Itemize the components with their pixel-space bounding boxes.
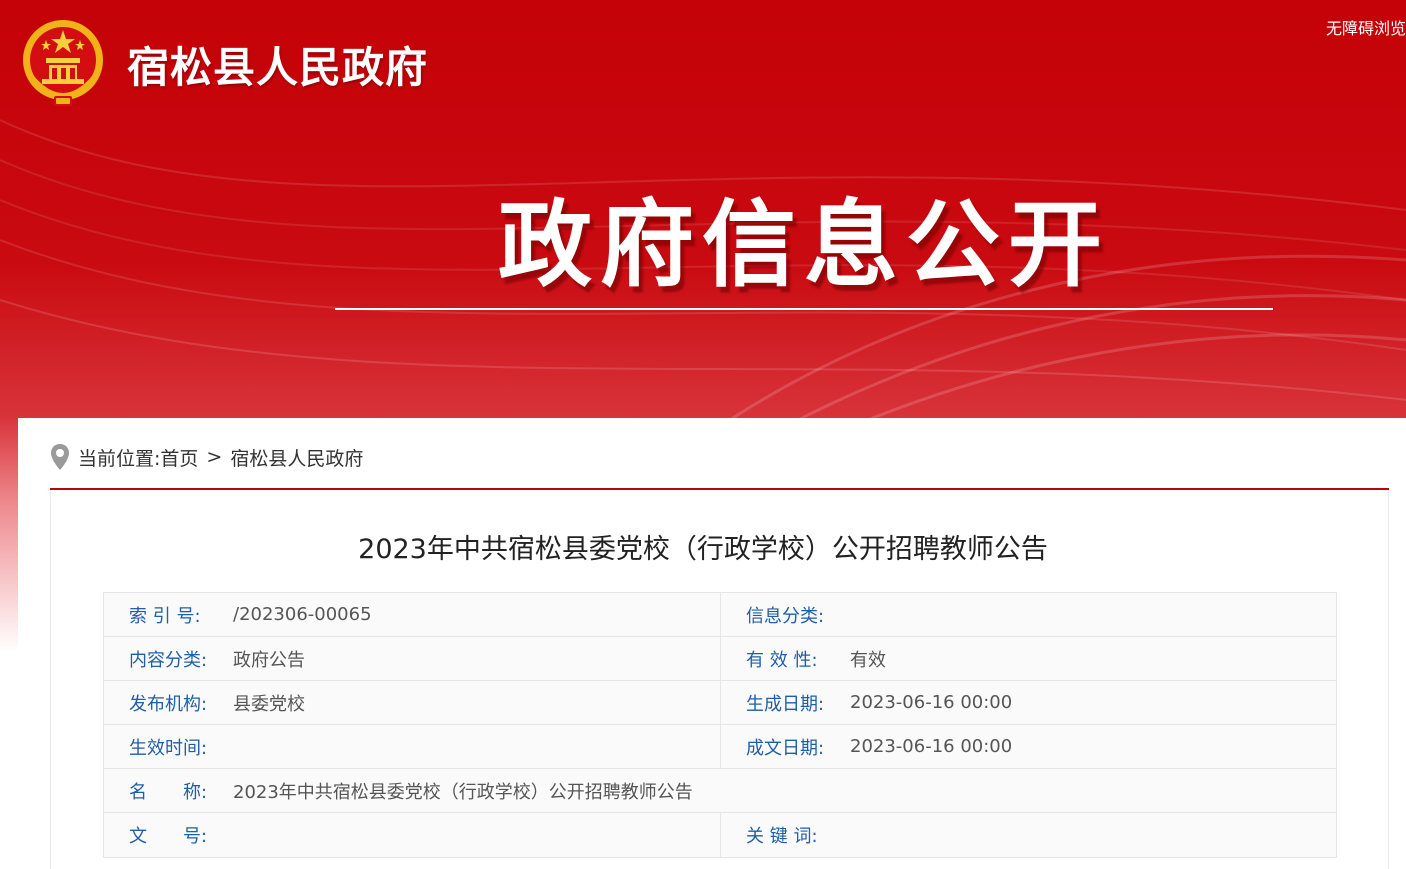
meta-label: 生成日期:: [746, 693, 825, 715]
meta-label: 成文日期:: [746, 737, 825, 759]
meta-cell-validity: 有 效 性: 有效: [720, 637, 1336, 680]
info-metadata-table: 索 引 号: /202306-00065 信息分类: 内容分类: 政府公告 有 …: [103, 592, 1337, 858]
content-panel: 当前位置: 首页 > 宿松县人民政府 2023年中共宿松县委党校（行政学校）公开…: [18, 418, 1406, 869]
meta-cell-publisher: 发布机构: 县委党校: [104, 681, 720, 724]
banner-divider: [335, 308, 1273, 310]
meta-label: 内容分类:: [129, 649, 208, 671]
breadcrumb-county-gov-link[interactable]: 宿松县人民政府: [230, 444, 363, 471]
meta-value-content-type: 政府公告: [233, 649, 305, 671]
meta-value-index-number: /202306-00065: [233, 604, 372, 625]
meta-cell-created-date: 生成日期: 2023-06-16 00:00: [720, 681, 1336, 724]
meta-value-name: 2023年中共宿松县委党校（行政学校）公开招聘教师公告: [233, 781, 693, 803]
site-title[interactable]: 宿松县人民政府: [127, 40, 428, 96]
meta-row: 内容分类: 政府公告 有 效 性: 有效: [104, 637, 1336, 681]
meta-value-validity: 有效: [850, 649, 886, 671]
location-pin-icon: [51, 444, 69, 470]
meta-label: 信息分类:: [746, 605, 825, 627]
meta-value-created-date: 2023-06-16 00:00: [850, 692, 1013, 713]
meta-row: 索 引 号: /202306-00065 信息分类:: [104, 593, 1336, 637]
article-title: 2023年中共宿松县委党校（行政学校）公开招聘教师公告: [358, 534, 1048, 565]
meta-row: 名 称: 2023年中共宿松县委党校（行政学校）公开招聘教师公告: [104, 769, 1336, 813]
meta-value-publisher: 县委党校: [233, 693, 305, 715]
meta-value-written-date: 2023-06-16 00:00: [850, 736, 1013, 757]
meta-cell-keywords: 关 键 词:: [720, 813, 1336, 857]
page: 无障碍浏览 宿松县人民政府 政府信息公开 当前位置: 首页 > 宿松县人民政府: [0, 0, 1406, 869]
accessibility-link[interactable]: 无障碍浏览: [1326, 17, 1406, 41]
meta-cell-written-date: 成文日期: 2023-06-16 00:00: [720, 725, 1336, 768]
meta-cell-doc-number: 文 号:: [104, 813, 720, 857]
meta-label: 发布机构:: [129, 693, 208, 715]
meta-label: 关 键 词:: [746, 826, 818, 847]
meta-row: 发布机构: 县委党校 生成日期: 2023-06-16 00:00: [104, 681, 1336, 725]
meta-row: 生效时间: 成文日期: 2023-06-16 00:00: [104, 725, 1336, 769]
meta-cell-content-type: 内容分类: 政府公告: [104, 637, 720, 680]
national-emblem-icon: [23, 20, 103, 106]
meta-cell-index: 索 引 号: /202306-00065: [104, 593, 720, 636]
meta-label: 有 效 性:: [746, 649, 818, 671]
breadcrumb-separator: >: [206, 446, 223, 468]
meta-label: 名 称:: [129, 781, 208, 803]
meta-label: 文 号:: [129, 826, 208, 847]
meta-cell-name: 名 称: 2023年中共宿松县委党校（行政学校）公开招聘教师公告: [104, 769, 1336, 812]
breadcrumb-prefix: 当前位置:: [78, 447, 161, 470]
meta-cell-category: 信息分类:: [720, 593, 1336, 636]
meta-cell-effective-time: 生效时间:: [104, 725, 720, 768]
meta-label: 索 引 号:: [129, 605, 201, 627]
meta-label: 生效时间:: [129, 737, 208, 759]
banner-title: 政府信息公开: [497, 191, 1110, 300]
breadcrumb: 当前位置: 首页 > 宿松县人民政府: [50, 442, 363, 472]
meta-row: 文 号: 关 键 词:: [104, 813, 1336, 857]
breadcrumb-home-link[interactable]: 首页: [160, 444, 198, 471]
